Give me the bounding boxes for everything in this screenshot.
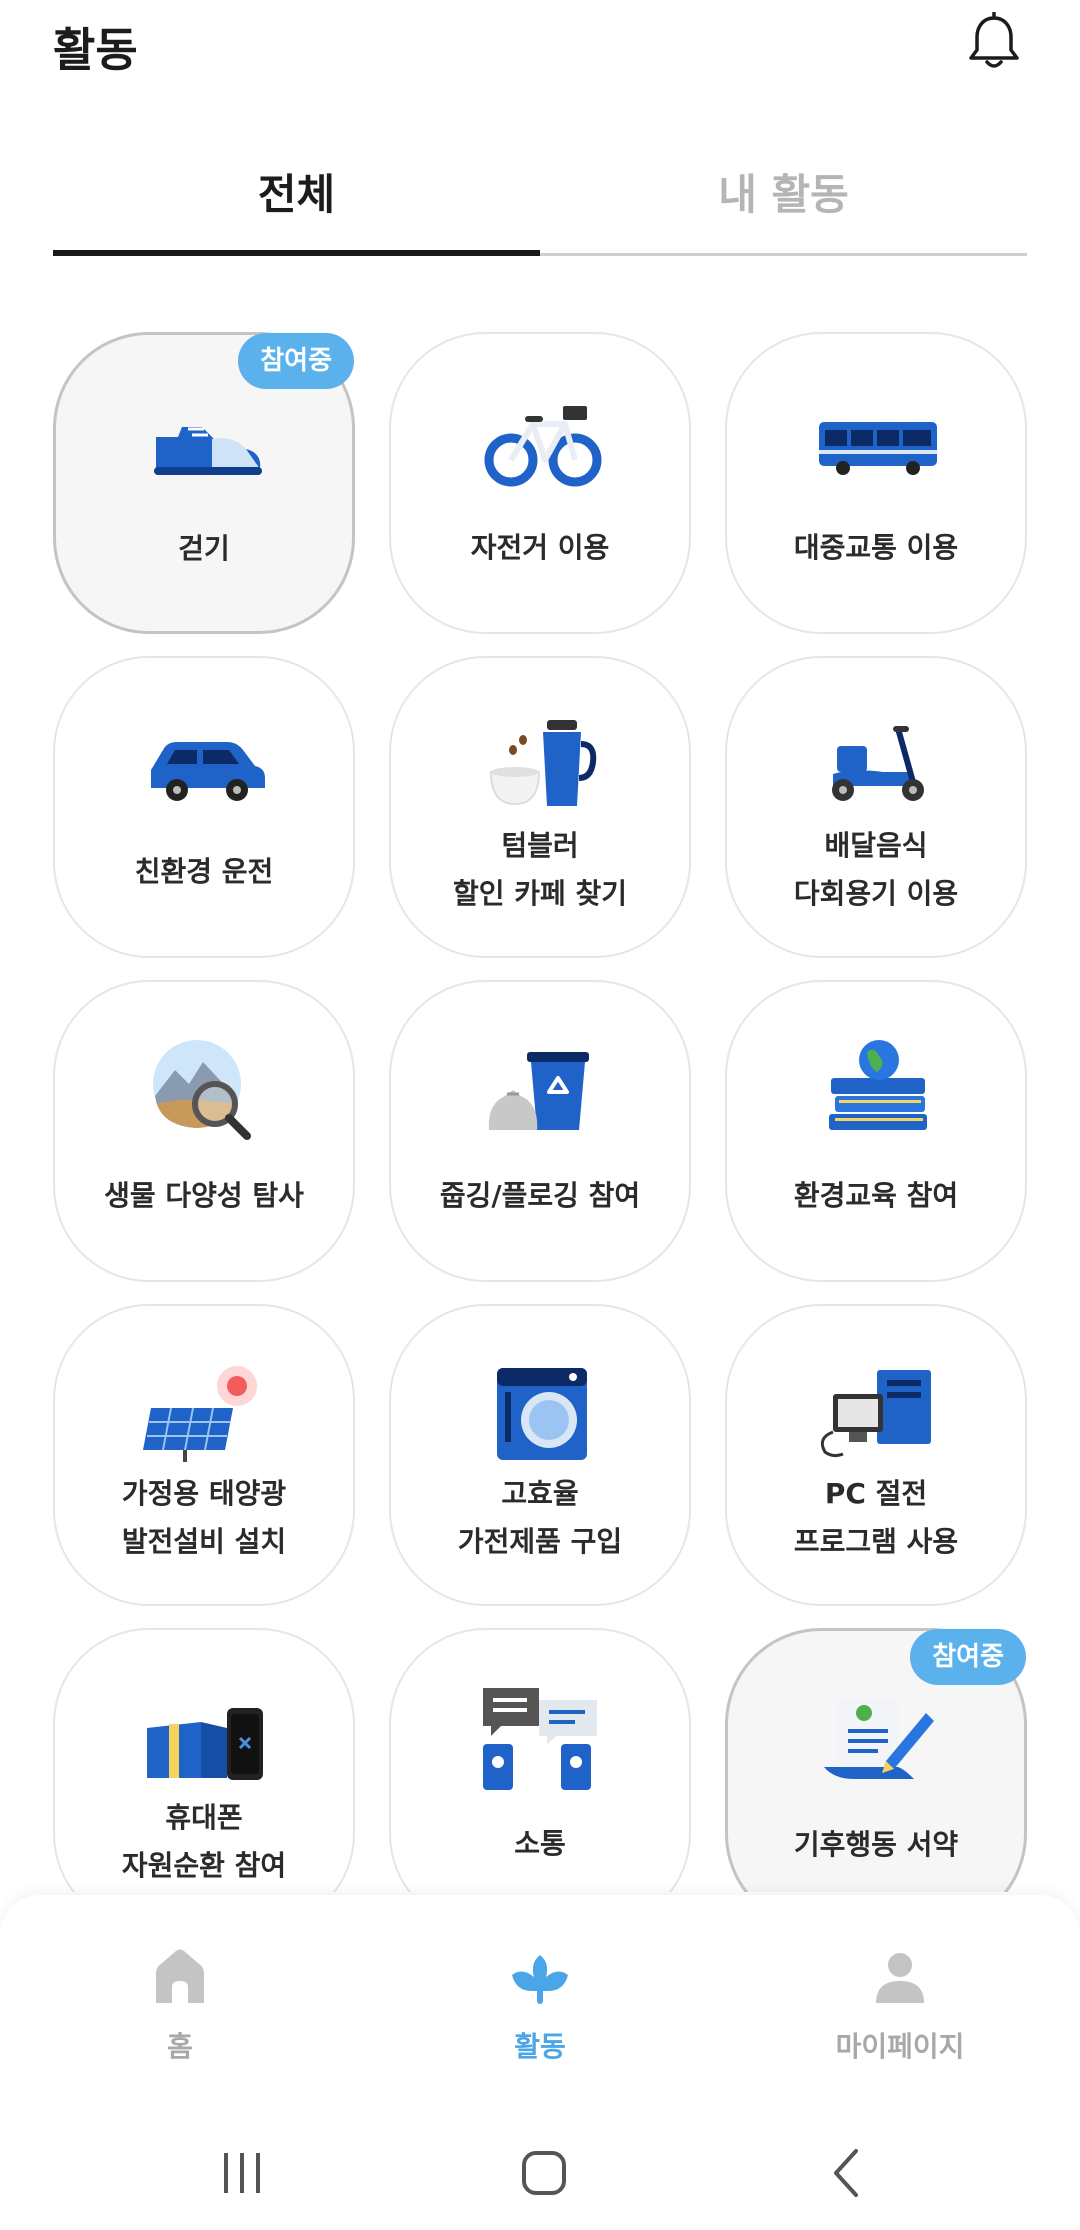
nav-label: 홈 xyxy=(167,2030,193,2063)
activity-card-eco-driving[interactable]: 친환경 운전 xyxy=(53,656,355,958)
chat-icon xyxy=(483,1688,597,1790)
system-navigation-bar xyxy=(0,2105,1080,2230)
activity-icon xyxy=(512,1955,568,2004)
activity-label: 걷기 xyxy=(178,532,230,565)
nav-activity[interactable]: 활동 xyxy=(360,1895,720,2105)
activity-label: 기후행동 서약 xyxy=(793,1828,959,1861)
activity-label: 소통 xyxy=(514,1827,566,1860)
activity-label: 친환경 운전 xyxy=(134,855,274,888)
activity-card-solar[interactable]: 가정용 태양광 발전설비 설치 xyxy=(53,1304,355,1606)
activity-label: 텀블러 할인 카페 찾기 xyxy=(452,829,628,910)
activity-card-tumbler[interactable]: 텀블러 할인 카페 찾기 xyxy=(389,656,691,958)
activity-card-walking[interactable]: 참여중 걷기 xyxy=(53,332,355,634)
washing-machine-icon xyxy=(497,1368,587,1460)
tab-all[interactable]: 전체 xyxy=(53,150,540,254)
activity-card-efficient-appliance[interactable]: 고효율 가전제품 구입 xyxy=(389,1304,691,1606)
activity-card-biodiversity[interactable]: 생물 다양성 탐사 xyxy=(53,980,355,1282)
car-icon xyxy=(151,742,265,801)
activity-card-env-education[interactable]: 환경교육 참여 xyxy=(725,980,1027,1282)
back-icon[interactable] xyxy=(818,2143,878,2203)
activity-card-bicycle[interactable]: 자전거 이용 xyxy=(389,332,691,634)
bus-icon xyxy=(819,422,937,475)
activity-grid: 참여중 걷기 자전거 이용 대중교통 이용 친환경 운전 텀블러 할인 카페 찾… xyxy=(53,332,1027,1892)
bottom-navigation: 홈 활동 마이페이지 xyxy=(0,1895,1080,2105)
home-button-icon[interactable] xyxy=(514,2143,574,2203)
tab-my-activities[interactable]: 내 활동 xyxy=(540,150,1027,254)
person-icon xyxy=(876,1953,924,2003)
page-title: 활동 xyxy=(53,23,138,77)
activity-card-communication[interactable]: 소통 xyxy=(389,1628,691,1892)
home-icon xyxy=(156,1949,204,2003)
tumbler-icon xyxy=(489,720,597,806)
activity-label: 고효율 가전제품 구입 xyxy=(457,1477,623,1558)
sneaker-icon xyxy=(154,427,262,475)
app-header: 활동 xyxy=(0,0,1080,90)
activity-label: 생물 다양성 탐사 xyxy=(104,1179,304,1212)
bell-icon[interactable] xyxy=(966,12,1022,72)
activity-card-pc-power-saving[interactable]: PC 절전 프로그램 사용 xyxy=(725,1304,1027,1606)
bicycle-icon xyxy=(484,406,602,487)
activity-label: PC 절전 프로그램 사용 xyxy=(793,1477,959,1558)
activity-label: 자전거 이용 xyxy=(470,531,610,564)
recent-apps-icon[interactable] xyxy=(212,2143,272,2203)
recycle-bin-icon xyxy=(488,1052,589,1130)
activity-card-phone-recycling[interactable]: 휴대폰 자원순환 참여 xyxy=(53,1628,355,1892)
pledge-icon xyxy=(824,1699,934,1779)
scooter-icon xyxy=(832,726,924,801)
activity-label: 줍깅/플로깅 참여 xyxy=(439,1179,641,1212)
solar-panel-icon xyxy=(143,1366,257,1462)
activity-card-climate-pledge[interactable]: 참여중 기후행동 서약 xyxy=(725,1628,1027,1892)
activity-label: 배달음식 다회용기 이용 xyxy=(793,829,959,910)
phone-box-icon xyxy=(147,1708,263,1780)
activity-label: 휴대폰 자원순환 참여 xyxy=(121,1801,287,1882)
magnifier-nature-icon xyxy=(153,1040,251,1140)
activity-label: 대중교통 이용 xyxy=(793,531,959,564)
nav-my-page[interactable]: 마이페이지 xyxy=(720,1895,1080,2105)
activity-label: 환경교육 참여 xyxy=(793,1179,959,1212)
books-globe-icon xyxy=(829,1040,927,1130)
nav-label: 활동 xyxy=(514,2030,566,2063)
nav-home[interactable]: 홈 xyxy=(0,1895,360,2105)
pc-icon xyxy=(820,1370,931,1458)
activity-card-reusable-container[interactable]: 배달음식 다회용기 이용 xyxy=(725,656,1027,958)
activity-card-public-transit[interactable]: 대중교통 이용 xyxy=(725,332,1027,634)
tab-bar: 전체 내 활동 xyxy=(53,150,1027,258)
activity-label: 가정용 태양광 발전설비 설치 xyxy=(121,1477,287,1558)
activity-card-plogging[interactable]: 줍깅/플로깅 참여 xyxy=(389,980,691,1282)
tab-active-indicator xyxy=(53,250,540,256)
joined-badge: 참여중 xyxy=(910,1629,1026,1685)
joined-badge: 참여중 xyxy=(238,333,354,389)
nav-label: 마이페이지 xyxy=(835,2030,965,2063)
